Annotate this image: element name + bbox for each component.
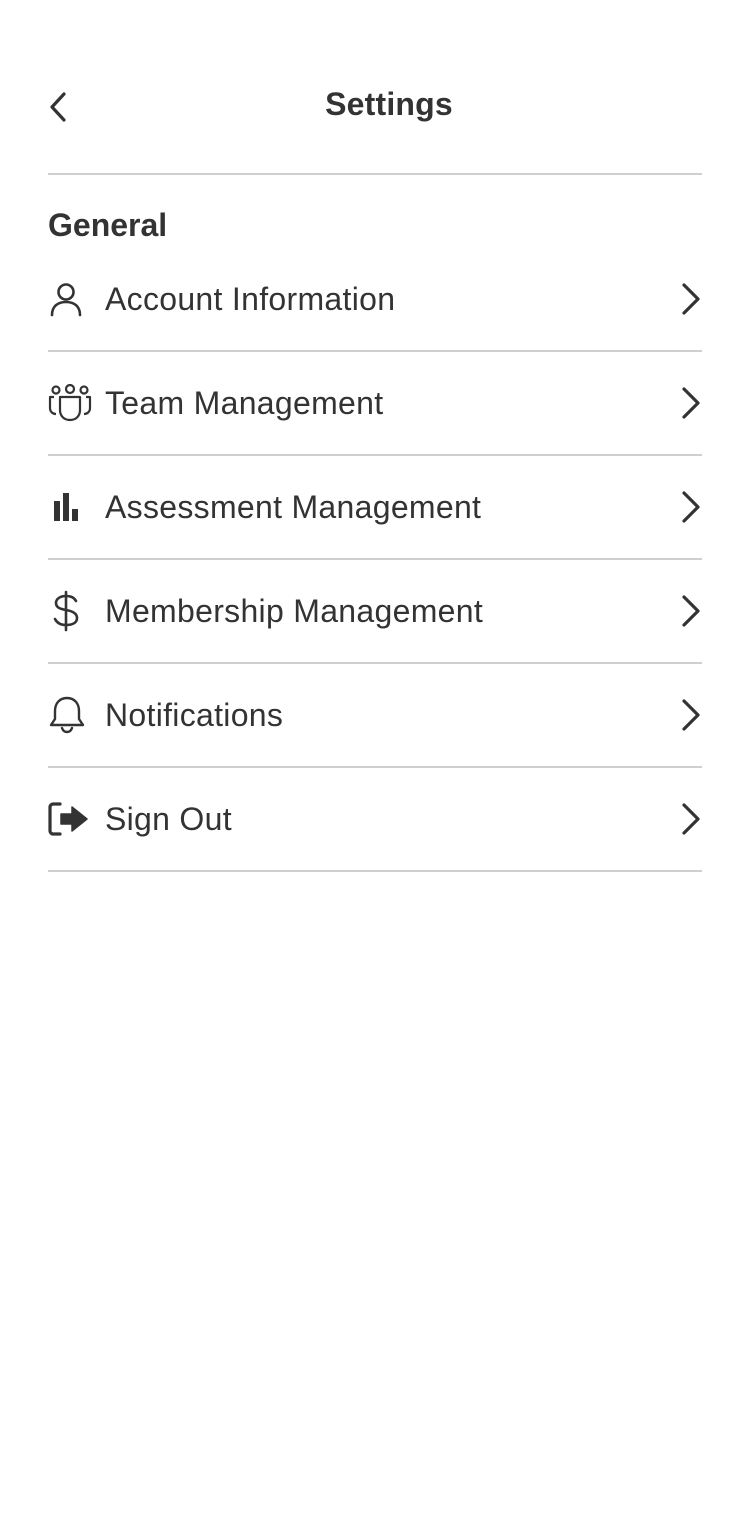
- settings-item-account-information[interactable]: Account Information: [48, 248, 702, 352]
- page-title: Settings: [325, 86, 453, 122]
- settings-item-assessment-management[interactable]: Assessment Management: [48, 456, 702, 560]
- settings-item-sign-out[interactable]: Sign Out: [48, 768, 702, 872]
- chevron-right-icon: [662, 277, 702, 321]
- settings-item-label: Account Information: [105, 280, 396, 317]
- team-icon: [48, 381, 92, 425]
- bar-chart-icon: [48, 485, 92, 529]
- header: Settings: [48, 0, 702, 175]
- section-title-general: General: [48, 207, 168, 243]
- chevron-right-icon: [662, 485, 702, 529]
- settings-item-label: Membership Management: [105, 592, 484, 629]
- settings-item-label: Team Management: [105, 384, 384, 421]
- settings-list: Account Information Team Management Asse…: [48, 248, 702, 872]
- chevron-right-icon: [662, 381, 702, 425]
- user-icon: [48, 277, 92, 321]
- chevron-right-icon: [662, 797, 702, 841]
- settings-item-notifications[interactable]: Notifications: [48, 664, 702, 768]
- sign-out-icon: [48, 797, 92, 841]
- settings-item-label: Assessment Management: [105, 488, 482, 525]
- dollar-icon: [48, 589, 92, 633]
- settings-item-team-management[interactable]: Team Management: [48, 352, 702, 456]
- chevron-right-icon: [662, 693, 702, 737]
- settings-item-label: Notifications: [105, 696, 284, 733]
- bell-icon: [48, 693, 92, 737]
- settings-item-label: Sign Out: [105, 800, 232, 837]
- chevron-right-icon: [662, 589, 702, 633]
- settings-item-membership-management[interactable]: Membership Management: [48, 560, 702, 664]
